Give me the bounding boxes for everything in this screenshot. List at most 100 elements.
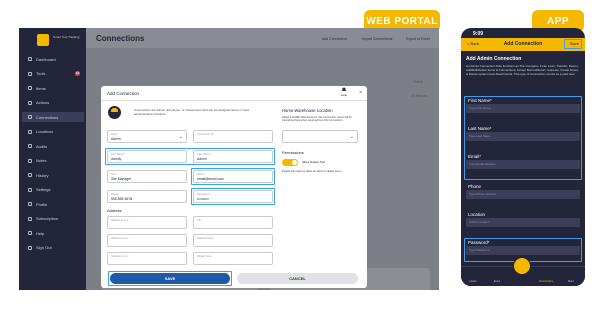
sidebar-item-sign-out[interactable]: Sign Out [22, 243, 84, 253]
sidebar-item-label: Items [36, 85, 46, 91]
address-line1-field[interactable]: Address Line 1 [107, 216, 187, 229]
sidebar-item-label: Dashboard [36, 56, 56, 62]
app-save-highlight [564, 39, 582, 49]
sidebar-item-notes[interactable]: Notes [22, 156, 84, 166]
connection-id-field[interactable]: Connection ID [193, 130, 273, 143]
actions-icon [28, 100, 32, 105]
sidebar-item-label: Locations [36, 129, 54, 134]
import-connections-action[interactable]: Import Connections [362, 37, 392, 41]
state-field[interactable]: State/Province [193, 234, 273, 247]
top-bar: Connections Add Connection Import Connec… [86, 28, 439, 48]
locations-icon [28, 129, 32, 134]
nav-connections[interactable]: Connections [535, 280, 557, 283]
sidebar-item-label: Profile [36, 201, 48, 207]
settings-icon [28, 187, 32, 192]
home-location-title: Home Warehouse Location [282, 108, 333, 113]
modal-title: Add Connection [107, 91, 140, 96]
dashboard-icon [28, 57, 32, 61]
logo [37, 34, 49, 46]
help-label: Help [340, 93, 348, 97]
sidebar-item-locations[interactable]: Locations [22, 127, 84, 137]
allow-delete-desc: Enable this option to allow an admin to … [282, 170, 342, 173]
sidebar-item-audits[interactable]: Audits [22, 141, 84, 151]
password-highlight [191, 188, 275, 205]
modal-description: Connections are Admin, Employee, or Virt… [134, 108, 250, 116]
sidebar-item-help[interactable]: Help [22, 228, 84, 238]
add-connection-modal: Add Connection ☗ Help × Connections are A… [101, 86, 367, 288]
sidebar-item-tools[interactable]: Tools 16 [22, 69, 84, 79]
nav-home[interactable]: Home [465, 280, 481, 283]
sidebar-item-label: History [36, 172, 49, 178]
home-location-desc: Select a HOME Warehouse for this Connect… [282, 116, 352, 123]
app-field-location: Location Select Location [466, 212, 580, 227]
sidebar-item-dashboard[interactable]: Dashboard [22, 54, 84, 64]
tools-icon [28, 71, 32, 76]
sidebar-item-history[interactable]: History [22, 170, 84, 180]
sidebar-item-connections[interactable]: Connections [22, 112, 84, 122]
name-highlight [105, 148, 275, 165]
home-location-select[interactable]: ⌄ [282, 130, 358, 143]
nav-more[interactable]: More [563, 280, 579, 283]
scan-button[interactable] [513, 257, 531, 275]
history-icon [28, 173, 32, 177]
logo-text: Smart Tool Tracking [53, 35, 80, 39]
filters-label[interactable]: Filters [413, 80, 423, 84]
subscription-icon [28, 216, 32, 221]
sidebar-item-subscription[interactable]: Subscription [22, 214, 84, 224]
title-field[interactable]: Title Site Manager [107, 170, 187, 183]
save-highlight [108, 271, 232, 286]
tools-badge: 16 [75, 71, 80, 76]
app-subtitle: Add Admin Connection [466, 56, 522, 62]
address-line2-field[interactable]: Address Line 2 [107, 234, 187, 247]
sidebar-item-settings[interactable]: Settings [22, 185, 84, 195]
web-portal-window: Smart Tool Tracking Dashboard Tools 16 Item… [19, 28, 439, 290]
sidebar-item-label: Tools [36, 71, 46, 76]
avatar [108, 106, 121, 119]
items-icon [28, 86, 32, 90]
app-name-email-highlight [464, 96, 582, 180]
add-connection-action[interactable]: Add Connection [322, 37, 347, 41]
app-field-phone: Phone Type Phone Number [466, 184, 580, 199]
phone-app-window: 9:09 < Back Add Connection Save Add Admi… [461, 28, 585, 286]
sidebar-item-label: Help [36, 230, 45, 236]
app-field-input[interactable]: Select Location [466, 218, 580, 227]
profile-icon [28, 202, 32, 206]
close-icon[interactable]: × [359, 90, 362, 96]
app-field-label: Location [468, 212, 486, 217]
chevron-down-icon: ⌄ [178, 134, 183, 140]
sidebar-item-items[interactable]: Items [22, 83, 84, 93]
app-field-input[interactable]: Type Phone Number [466, 190, 580, 199]
postal-code-field[interactable]: Postal Code [193, 252, 273, 265]
connections-icon [28, 115, 32, 119]
help-icon[interactable]: ☗ Help [338, 87, 350, 97]
sidebar: Smart Tool Tracking Dashboard Tools 16 Item… [19, 28, 86, 290]
allow-delete-label: Allow Delete Tool [302, 160, 325, 164]
sidebar-item-label: Connections [36, 114, 59, 120]
address-section-title: Address [107, 208, 122, 213]
signout-icon [28, 245, 32, 250]
address-line3-field[interactable]: Address Line 3 [107, 252, 187, 265]
chevron-down-icon: ⌄ [349, 134, 354, 140]
notes-icon [28, 158, 32, 163]
sidebar-item-label: Audits [36, 143, 48, 149]
role-select[interactable]: Role * Admin ⌄ [107, 130, 187, 143]
sidebar-item-label: Sign Out [36, 245, 52, 250]
cancel-button[interactable]: CANCEL [237, 273, 358, 284]
nav-items[interactable]: Items [489, 280, 505, 283]
sidebar-item-label: Subscription [36, 216, 59, 221]
permissions-title: Permissions [282, 150, 304, 155]
page-title: Connections [96, 34, 145, 43]
phone-field[interactable]: Phone 555-555-5678 [107, 190, 187, 203]
city-field[interactable]: City [193, 216, 273, 229]
sidebar-item-profile[interactable]: Profile [22, 199, 84, 209]
app-description: An Admin Connection Role functions as Th… [466, 64, 579, 76]
audits-icon [28, 144, 32, 148]
export-excel-action[interactable]: Export to Excel [406, 37, 430, 41]
allow-delete-toggle[interactable] [282, 159, 298, 166]
help-icon [28, 231, 32, 235]
email-highlight [191, 168, 275, 185]
app-field-label: Phone [468, 184, 482, 189]
sidebar-item-actions[interactable]: Actions [22, 98, 84, 108]
status-time: 9:09 [473, 31, 484, 37]
sidebar-item-label: Actions [36, 100, 50, 105]
